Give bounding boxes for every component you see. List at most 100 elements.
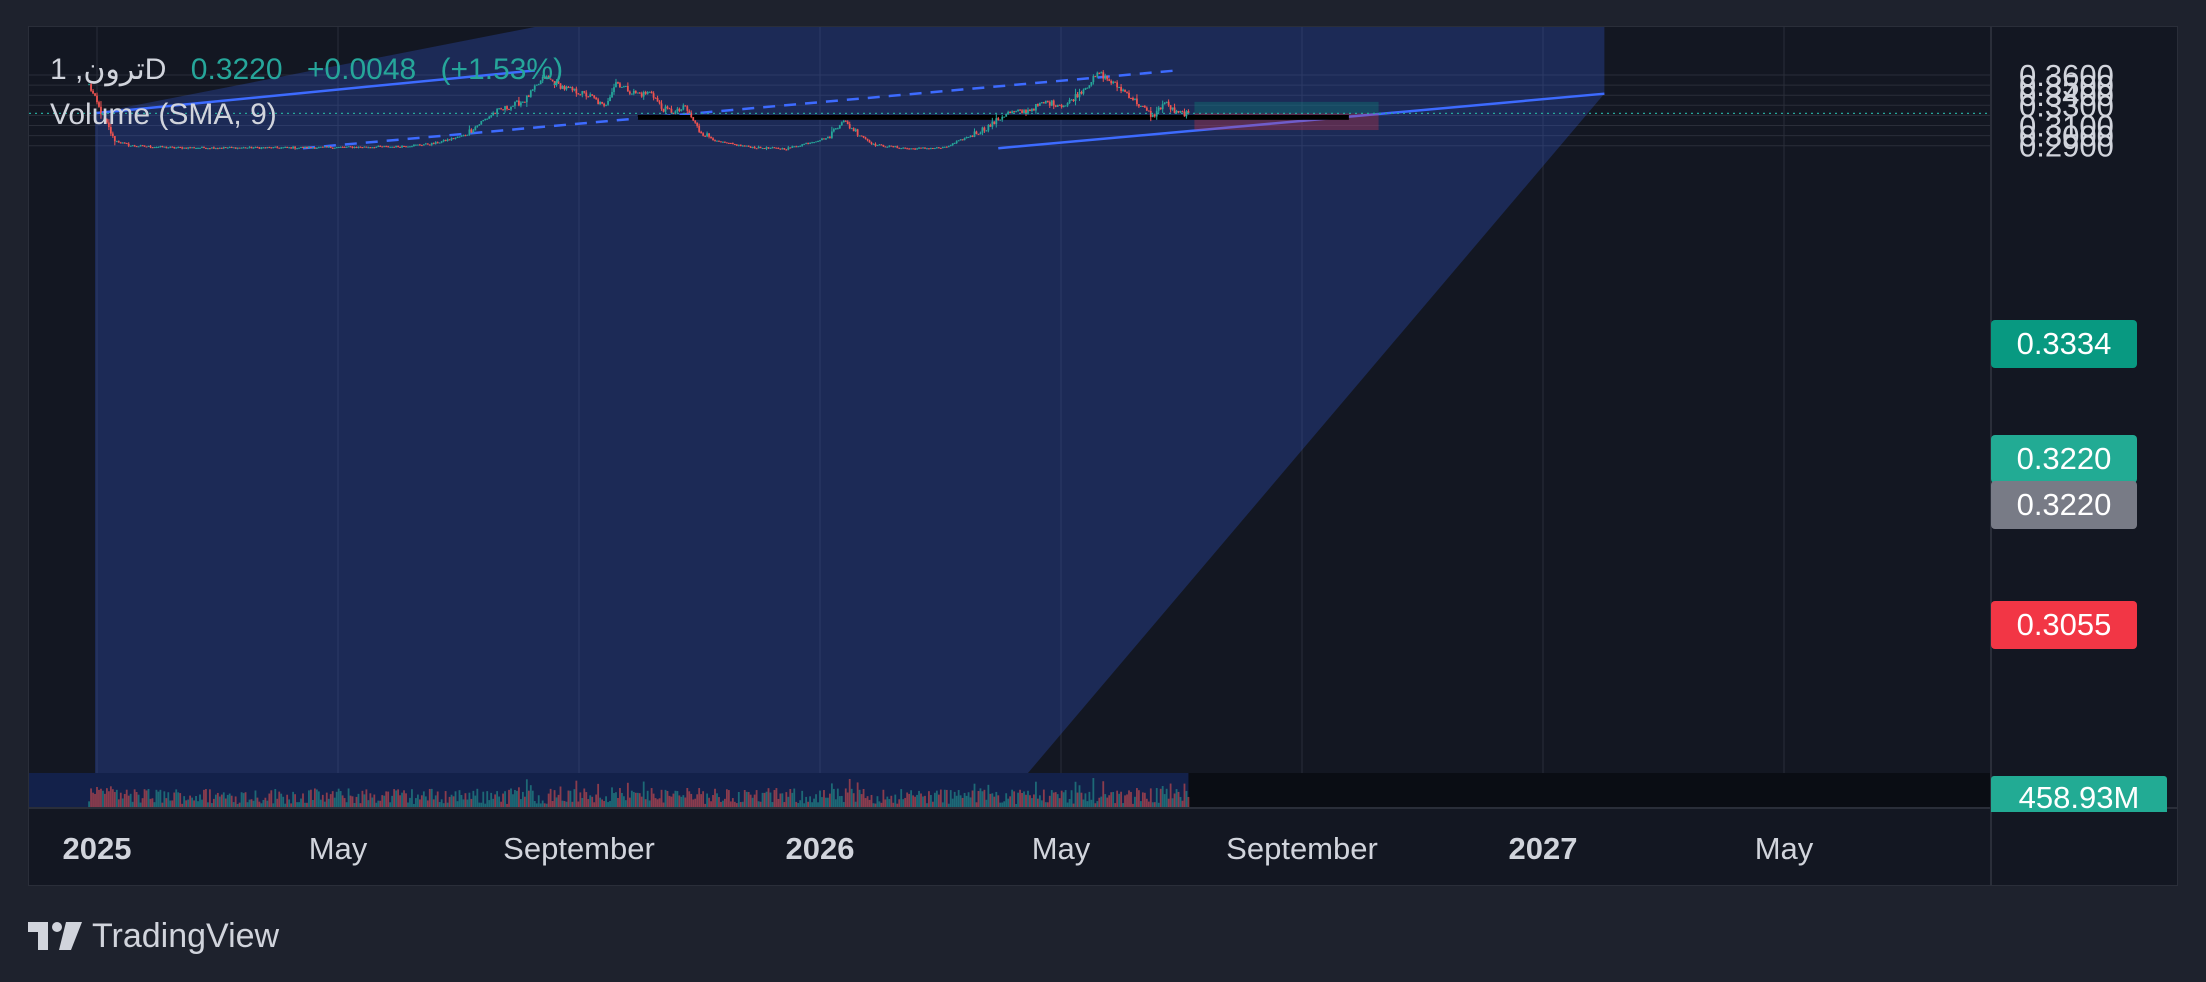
volume-bar [727, 790, 730, 808]
volume-bar [589, 795, 592, 808]
candle-body [525, 95, 528, 103]
legend-volume-indicator[interactable]: Volume (SMA, 9) [50, 98, 277, 132]
candle-body [207, 148, 209, 150]
volume-bar [765, 791, 768, 808]
chart-canvas[interactable]: 0.36000.35000.34000.33000.31000.30000.29… [0, 0, 2206, 982]
candle-body [805, 143, 808, 145]
volume-bar [712, 795, 714, 808]
candle-body [836, 128, 839, 130]
candle-body [373, 147, 376, 149]
volume-bar [343, 798, 346, 808]
volume-bar [282, 796, 285, 808]
candle-body [955, 141, 958, 143]
candle-body [1159, 107, 1162, 110]
candle-body [327, 146, 330, 148]
volume-bar [1058, 798, 1061, 808]
candle-body [452, 138, 455, 140]
candle [759, 146, 762, 149]
candle [529, 89, 532, 98]
volume-label: 458.93M [1991, 776, 2167, 815]
candle-body [361, 147, 364, 149]
volume-bar [418, 799, 421, 808]
volume-bar [1098, 797, 1101, 808]
volume-bar [169, 800, 172, 808]
volume-bar [341, 795, 344, 808]
volume-bar [621, 792, 623, 808]
candle-body [1044, 100, 1047, 104]
candle-body [811, 142, 813, 144]
volume-bar [646, 790, 649, 808]
candle-body [698, 125, 701, 132]
volume-bar [726, 789, 728, 808]
candle-body [957, 140, 960, 142]
candle [1044, 100, 1047, 104]
candle-body [519, 102, 522, 106]
candle-body [521, 101, 524, 103]
candle-body [131, 145, 134, 147]
candle [1050, 100, 1053, 107]
volume-bar [1112, 791, 1115, 808]
candle [137, 146, 140, 148]
candle-body [995, 118, 998, 125]
volume-bar [1102, 781, 1105, 808]
volume-bar [743, 790, 746, 808]
candle-body [898, 147, 901, 149]
candle-body [991, 121, 994, 127]
candle-body [121, 142, 124, 144]
volume-bar [1106, 797, 1109, 808]
candle-body [910, 148, 913, 150]
candle-body [866, 138, 869, 141]
volume-bar [1023, 791, 1025, 808]
candle-body [141, 145, 144, 147]
candle-body [337, 146, 340, 148]
legend-change-pct: (+1.53%) [440, 53, 564, 86]
candle-body [916, 148, 918, 150]
candle-body [462, 135, 465, 137]
volume-bar [531, 790, 534, 808]
volume-bar [991, 793, 994, 808]
time-tick: September [503, 831, 655, 866]
candle-body [733, 144, 736, 146]
symbol-name[interactable]: ترون, 1D [50, 53, 166, 86]
candle-body [1021, 110, 1023, 113]
volume-bar [234, 796, 237, 808]
candle-body [292, 146, 295, 149]
candle-body [825, 138, 827, 140]
volume-bar [424, 796, 427, 808]
candle-body [722, 141, 724, 143]
candle-body [834, 128, 837, 130]
candle-body [666, 106, 669, 109]
candle-body [494, 112, 497, 114]
candle-body [652, 93, 655, 98]
candle-body [323, 146, 326, 148]
volume-bar [858, 789, 861, 808]
volume-bar [985, 799, 988, 808]
candle-body [1058, 104, 1061, 106]
candle-body [349, 146, 352, 148]
volume-bar [163, 791, 166, 808]
candle-body [143, 145, 146, 147]
tradingview-logo[interactable]: TradingView [28, 916, 279, 956]
channel-fill [95, 27, 1605, 808]
volume-bar [369, 793, 372, 808]
candle-body [242, 147, 245, 149]
candle-body [989, 124, 992, 127]
volume-bar [549, 788, 552, 808]
candle-body [686, 106, 689, 111]
volume-bar [827, 797, 829, 808]
volume-bar [547, 793, 550, 808]
volume-bar [652, 793, 655, 808]
candle-body [288, 147, 291, 149]
volume-bar [1080, 792, 1083, 808]
volume-bar [1019, 789, 1021, 808]
candle-body [1056, 104, 1059, 107]
volume-bar [830, 783, 833, 808]
volume-bar [415, 798, 417, 808]
candle-body [232, 147, 235, 149]
candle-body [1017, 109, 1019, 112]
candle-body [379, 145, 382, 147]
candle-body [308, 146, 310, 149]
candle-body [939, 147, 942, 149]
candle-body [256, 146, 259, 148]
candle [1056, 104, 1059, 108]
